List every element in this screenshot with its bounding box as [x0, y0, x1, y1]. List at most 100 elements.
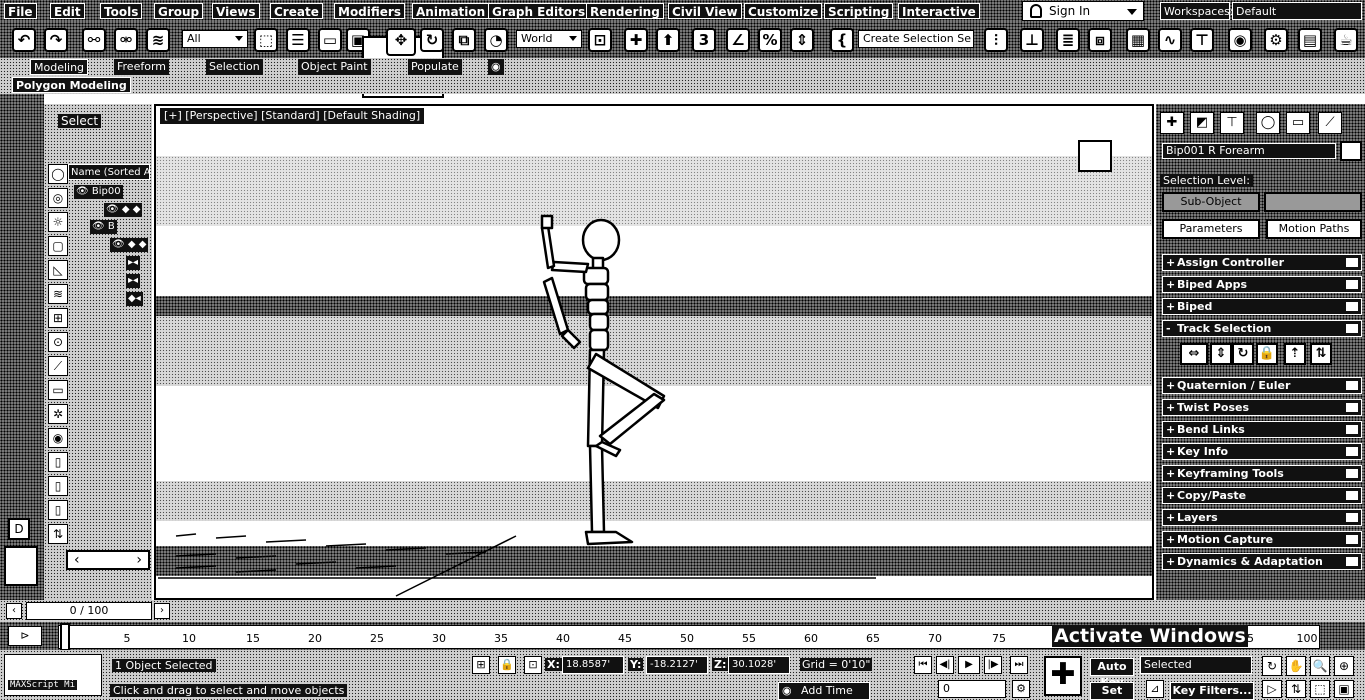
display-containers-icon[interactable]: ▭ [48, 380, 68, 400]
chevron-left-icon[interactable]: ‹ [6, 603, 22, 619]
play-icon[interactable]: ▶ [958, 656, 980, 674]
drag-handle-icon[interactable] [1346, 513, 1358, 522]
go-to-end-icon[interactable]: ⏭ [1010, 656, 1028, 674]
drag-handle-icon[interactable] [1346, 425, 1358, 434]
previous-frame-icon[interactable]: ◀| [936, 656, 954, 674]
maximize-viewport-icon[interactable]: ▣ [1334, 680, 1354, 698]
scene-explorer-nav[interactable]: ‹ › [66, 550, 150, 570]
display-none-toggle-icon[interactable]: ▯ [48, 476, 68, 496]
tree-expand-icon[interactable]: ▸◂ [126, 274, 141, 288]
tree-expand-icon[interactable]: ▸◂ [126, 256, 141, 270]
y-coordinate-field[interactable]: -18.2127' [646, 656, 708, 674]
scale-icon[interactable]: ⧉ [452, 28, 476, 52]
body-vertical-icon[interactable]: ⇕ [1210, 343, 1232, 365]
key-mode-selected-dropdown[interactable]: Selected [1140, 656, 1252, 674]
polygon-modeling-label[interactable]: Polygon Modeling [12, 77, 131, 93]
render-production-icon[interactable]: ☕ [1334, 28, 1358, 52]
display-invert-icon[interactable]: ▯ [48, 500, 68, 520]
hierarchy-tab-icon[interactable]: ⊤ [1220, 112, 1244, 134]
field-of-view-icon[interactable]: ▷ [1262, 680, 1282, 698]
display-groups-icon[interactable]: ⊙ [48, 332, 68, 352]
tab-freeform[interactable]: Freeform [114, 59, 169, 75]
snaps-toggle-icon[interactable]: 3 [692, 28, 716, 52]
tree-item-child[interactable]: 👁 ◆ ◆ [104, 203, 143, 217]
tree-expand-icon[interactable]: ◆◂ [126, 292, 143, 306]
absolute-mode-icon[interactable]: ⊡ [524, 656, 542, 674]
drag-handle-icon[interactable] [1346, 258, 1358, 267]
rollout-twist-poses[interactable]: + Twist Poses [1162, 399, 1362, 416]
rollout-key-info[interactable]: + Key Info [1162, 443, 1362, 460]
menu-graph-editors[interactable]: Graph Editors [488, 3, 590, 19]
edit-named-selection-icon[interactable]: { [830, 28, 854, 52]
schematic-view-icon[interactable]: ⊤ [1190, 28, 1214, 52]
menu-scripting[interactable]: Scripting [824, 3, 894, 19]
display-frozen-icon[interactable]: ◉ [48, 428, 68, 448]
drag-handle-icon[interactable] [1346, 403, 1358, 412]
name-column-header[interactable]: Name (Sorted A [68, 164, 150, 180]
menu-group[interactable]: Group [154, 3, 204, 19]
percent-snap-icon[interactable]: % [758, 28, 782, 52]
tree-item-bip001[interactable]: 👁 Bip00 [74, 185, 123, 199]
ribbon-options-icon[interactable]: ◉ [488, 59, 504, 75]
selection-filter-dropdown[interactable]: All [182, 30, 248, 48]
modify-tab-icon[interactable]: ◩ [1190, 112, 1214, 134]
menu-edit[interactable]: Edit [50, 3, 85, 19]
drag-handle-icon[interactable] [1346, 280, 1358, 289]
zoom-icon[interactable]: 🔍 [1310, 656, 1330, 676]
scene-explorer-toggle-icon[interactable]: ≣ [1056, 28, 1080, 52]
rollout-biped[interactable]: + Biped [1162, 298, 1362, 315]
rollout-quaternion-euler[interactable]: + Quaternion / Euler [1162, 377, 1362, 394]
sub-object-dropdown[interactable] [1264, 192, 1362, 212]
viewport-layout-preview[interactable] [4, 546, 38, 586]
display-all-icon[interactable]: ▯ [48, 452, 68, 472]
menu-animation[interactable]: Animation [412, 3, 490, 19]
display-bones-icon[interactable]: ⟋ [48, 356, 68, 376]
perspective-viewport[interactable]: [+] [Perspective] [Standard] [Default Sh… [154, 104, 1154, 600]
display-shapes-icon[interactable]: ◺ [48, 260, 68, 280]
layer-explorer-icon[interactable]: ⧈ [1088, 28, 1112, 52]
tab-selection[interactable]: Selection [206, 59, 263, 75]
bind-space-warp-icon[interactable]: ≋ [146, 28, 170, 52]
workspace-dropdown[interactable]: Default [1232, 2, 1362, 20]
move-icon[interactable]: ✥ [386, 28, 416, 56]
auto-key-button[interactable]: Auto Key [1090, 658, 1134, 689]
display-geometry-icon[interactable]: ◎ [48, 188, 68, 208]
menu-create[interactable]: Create [270, 3, 323, 19]
opposite-icon[interactable]: ⇅ [1310, 343, 1332, 365]
rollout-assign-controller[interactable]: + Assign Controller [1162, 254, 1362, 271]
display-spacewarps-icon[interactable]: ≋ [48, 284, 68, 304]
menu-modifiers[interactable]: Modifiers [334, 3, 405, 19]
chevron-right-icon[interactable]: › [136, 553, 142, 567]
menu-customize[interactable]: Customize [744, 3, 823, 19]
sort-order-icon[interactable]: ⇅ [48, 524, 68, 544]
motion-tab-icon[interactable]: ◯ [1256, 112, 1280, 134]
menu-interactive[interactable]: Interactive [898, 3, 980, 19]
select-object-icon[interactable]: ⬚ [254, 28, 278, 52]
z-coordinate-field[interactable]: 30.1028' [728, 656, 790, 674]
walk-through-icon[interactable]: ⇅ [1286, 680, 1306, 698]
isolate-selection-icon[interactable]: ⊞ [472, 656, 490, 674]
set-key-button[interactable]: Set Key [1090, 682, 1134, 700]
utilities-tab-icon[interactable]: ⟋ [1318, 112, 1342, 134]
angle-snap-icon[interactable]: ∠ [726, 28, 750, 52]
chevron-left-icon[interactable]: ‹ [74, 553, 80, 567]
rectangular-selection-icon[interactable]: ▭ [318, 28, 342, 52]
tab-populate[interactable]: Populate [408, 59, 462, 75]
rollout-biped-apps[interactable]: + Biped Apps [1162, 276, 1362, 293]
placement-icon[interactable]: ◔ [484, 28, 508, 52]
rollout-copy-paste[interactable]: + Copy/Paste [1162, 487, 1362, 504]
render-setup-icon[interactable]: ⚙ [1264, 28, 1288, 52]
zoom-all-icon[interactable]: ⊕ [1334, 656, 1354, 676]
keyboard-shortcut-override-icon[interactable]: ⬆ [656, 28, 680, 52]
rollout-keyframing-tools[interactable]: + Keyframing Tools [1162, 465, 1362, 482]
menu-file[interactable]: File [4, 3, 37, 19]
sub-object-button[interactable]: Sub-Object [1162, 192, 1260, 212]
motion-paths-button[interactable]: Motion Paths [1266, 219, 1362, 239]
default-in-out-tangents-icon[interactable]: ⊿ [1146, 680, 1164, 698]
x-coordinate-field[interactable]: 18.8587' [562, 656, 624, 674]
current-frame-field[interactable]: 0 [938, 680, 1006, 698]
select-by-name-icon[interactable]: ☰ [286, 28, 310, 52]
reference-coordinate-dropdown[interactable]: World [516, 30, 582, 48]
drag-handle-icon[interactable] [1346, 469, 1358, 478]
undo-icon[interactable]: ↶ [12, 28, 36, 52]
